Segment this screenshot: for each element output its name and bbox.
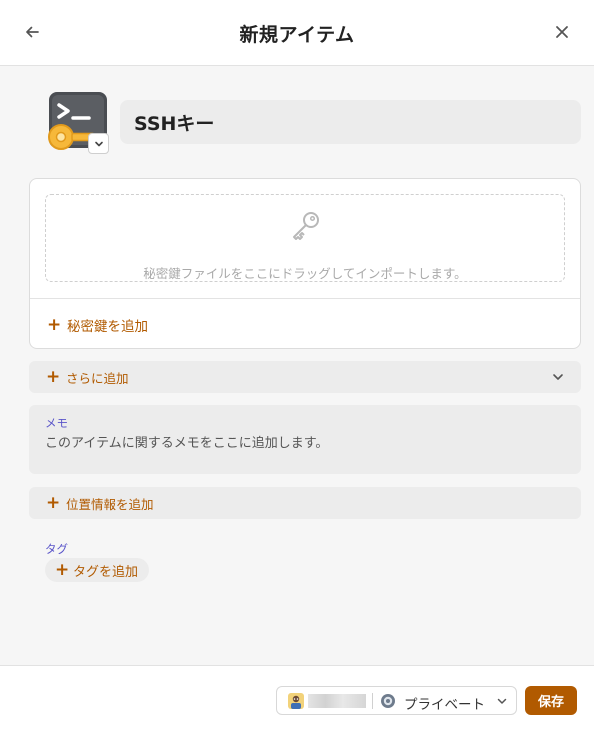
add-private-key-button[interactable]: + 秘密鍵を追加 [47, 315, 148, 335]
close-button[interactable] [550, 20, 574, 44]
private-key-card: 秘密鍵ファイルをここにドラッグしてインポートします。 + 秘密鍵を追加 [29, 178, 581, 349]
dropzone-hint: 秘密鍵ファイルをここにドラッグしてインポートします。 [143, 266, 467, 281]
divider [372, 693, 373, 709]
tags-label: タグ [45, 542, 68, 556]
item-title-input[interactable]: SSHキー [120, 100, 581, 144]
item-title-text: SSHキー [134, 112, 215, 135]
plus-icon: + [55, 559, 70, 580]
add-tag-button[interactable]: + タグを追加 [45, 558, 149, 582]
plus-icon: + [46, 366, 61, 387]
memo-field[interactable]: メモ このアイテムに関するメモをここに追加します。 [29, 405, 581, 474]
vault-picker[interactable]: プライベート [276, 686, 517, 715]
add-tag-label: タグを追加 [73, 564, 139, 580]
vault-name: プライベート [404, 697, 485, 713]
plus-icon: + [46, 492, 61, 513]
memo-placeholder: このアイテムに関するメモをここに追加します。 [45, 436, 329, 451]
add-private-key-label: 秘密鍵を追加 [67, 319, 148, 335]
avatar [288, 693, 304, 709]
page-title: 新規アイテム [239, 24, 355, 46]
chevron-down-icon [553, 374, 563, 380]
chevron-down-icon [497, 698, 507, 704]
chevron-down-icon [94, 141, 103, 146]
icon-type-dropdown[interactable] [88, 133, 109, 154]
plus-icon: + [47, 314, 62, 335]
private-key-dropzone[interactable]: 秘密鍵ファイルをここにドラッグしてインポートします。 [45, 194, 565, 282]
add-location-button[interactable]: + 位置情報を追加 [29, 487, 581, 519]
key-icon [293, 212, 319, 240]
save-button[interactable]: 保存 [525, 686, 577, 715]
vault-icon [381, 694, 395, 708]
header: 新規アイテム [0, 0, 594, 66]
memo-label: メモ [45, 416, 68, 430]
account-name-redacted [308, 694, 366, 708]
add-location-label: 位置情報を追加 [66, 496, 154, 512]
divider [30, 298, 580, 299]
close-icon [556, 26, 568, 38]
add-more-button[interactable]: + さらに追加 [29, 361, 581, 393]
footer: プライベート 保存 [0, 665, 594, 730]
add-more-label: さらに追加 [66, 370, 129, 386]
